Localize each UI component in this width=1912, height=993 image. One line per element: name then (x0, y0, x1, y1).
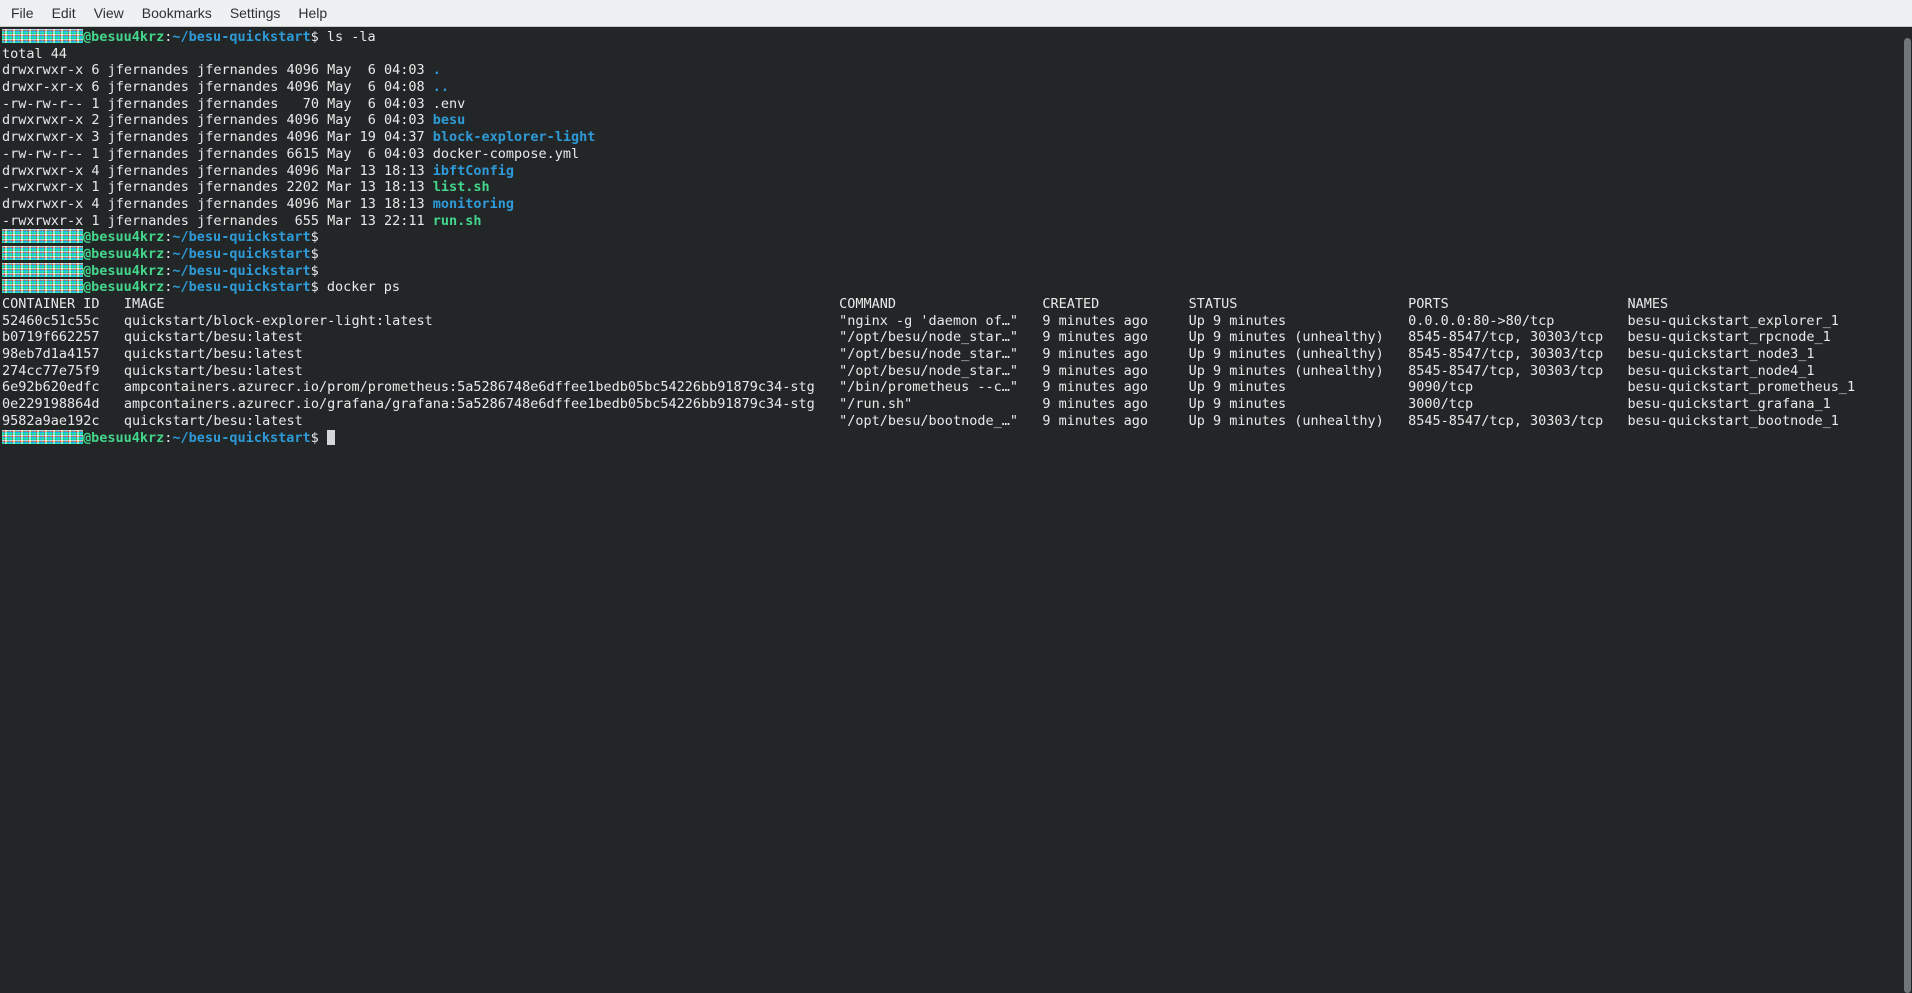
terminal-line-prompt: @besuu4krz:~/besu-quickstart$ (2, 263, 1912, 280)
docker-ps-row: 6e92b620edfc ampcontainers.azurecr.io/pr… (2, 379, 1912, 396)
docker-ps-row: 274cc77e75f9 quickstart/besu:latest "/op… (2, 363, 1912, 380)
prompt-host: @besuu4krz (83, 246, 164, 262)
prompt-path: ~/besu-quickstart (172, 29, 310, 45)
ls-entry-name: block-explorer-light (433, 129, 596, 145)
ls-entry-meta: drwxrwxr-x 6 jfernandes jfernandes 4096 … (2, 62, 433, 78)
menu-view[interactable]: View (85, 5, 133, 21)
redacted-username (2, 263, 83, 277)
prompt-path: ~/besu-quickstart (172, 229, 310, 245)
prompt-host: @besuu4krz (83, 279, 164, 295)
terminal-line-prompt: @besuu4krz:~/besu-quickstart$ ls -la (2, 29, 1912, 46)
ls-entry-name: list.sh (433, 179, 490, 195)
ls-entry-name: .. (433, 79, 449, 95)
ls-entry-name: docker-compose.yml (433, 146, 579, 162)
terminal-line-prompt: @besuu4krz:~/besu-quickstart$ (2, 229, 1912, 246)
ls-entry-name: ibftConfig (433, 163, 514, 179)
menu-settings[interactable]: Settings (221, 5, 290, 21)
ls-entry-line: drwxrwxr-x 4 jfernandes jfernandes 4096 … (2, 196, 1912, 213)
terminal-cursor (327, 430, 335, 445)
menu-bar: File Edit View Bookmarks Settings Help (0, 0, 1912, 27)
ls-entry-meta: drwxrwxr-x 3 jfernandes jfernandes 4096 … (2, 129, 433, 145)
redacted-username (2, 246, 83, 260)
docker-ps-row: 9582a9ae192c quickstart/besu:latest "/op… (2, 413, 1912, 430)
ls-entry-line: -rw-rw-r-- 1 jfernandes jfernandes 70 Ma… (2, 96, 1912, 113)
prompt-path: ~/besu-quickstart (172, 263, 310, 279)
ls-entry-line: drwxrwxr-x 6 jfernandes jfernandes 4096 … (2, 62, 1912, 79)
ls-entry-name: besu (433, 112, 466, 128)
docker-ps-row: b0719f662257 quickstart/besu:latest "/op… (2, 329, 1912, 346)
terminal-line-prompt: @besuu4krz:~/besu-quickstart$ (2, 430, 1912, 447)
scrollbar-handle[interactable] (1904, 38, 1911, 993)
prompt-symbol: $ ls -la (311, 29, 376, 45)
menu-file[interactable]: File (2, 5, 43, 21)
konsole-window: File Edit View Bookmarks Settings Help @… (0, 0, 1912, 993)
ls-entry-meta: drwxrwxr-x 4 jfernandes jfernandes 4096 … (2, 163, 433, 179)
ls-entry-meta: -rw-rw-r-- 1 jfernandes jfernandes 6615 … (2, 146, 433, 162)
prompt-path: ~/besu-quickstart (172, 246, 310, 262)
ls-entry-meta: -rwxrwxr-x 1 jfernandes jfernandes 655 M… (2, 213, 433, 229)
prompt-symbol: $ (311, 263, 319, 279)
prompt-host: @besuu4krz (83, 430, 164, 446)
ls-entry-meta: drwxr-xr-x 6 jfernandes jfernandes 4096 … (2, 79, 433, 95)
ls-entry-line: -rwxrwxr-x 1 jfernandes jfernandes 655 M… (2, 213, 1912, 230)
redacted-username (2, 229, 83, 243)
ls-entry-line: drwxr-xr-x 6 jfernandes jfernandes 4096 … (2, 79, 1912, 96)
ls-entry-meta: drwxrwxr-x 2 jfernandes jfernandes 4096 … (2, 112, 433, 128)
menu-help[interactable]: Help (289, 5, 336, 21)
menu-edit[interactable]: Edit (43, 5, 85, 21)
ls-entry-line: drwxrwxr-x 4 jfernandes jfernandes 4096 … (2, 163, 1912, 180)
docker-ps-row: 0e229198864d ampcontainers.azurecr.io/gr… (2, 396, 1912, 413)
ls-entry-meta: -rw-rw-r-- 1 jfernandes jfernandes 70 Ma… (2, 96, 433, 112)
docker-ps-row: 52460c51c55c quickstart/block-explorer-l… (2, 313, 1912, 330)
prompt-symbol: $ (311, 430, 327, 446)
ls-entry-name: run.sh (433, 213, 482, 229)
ls-entry-name: monitoring (433, 196, 514, 212)
prompt-symbol: $ (311, 246, 319, 262)
redacted-username (2, 279, 83, 293)
prompt-symbol: $ (311, 229, 319, 245)
ls-entry-meta: drwxrwxr-x 4 jfernandes jfernandes 4096 … (2, 196, 433, 212)
ls-entry-meta: -rwxrwxr-x 1 jfernandes jfernandes 2202 … (2, 179, 433, 195)
terminal-line-prompt: @besuu4krz:~/besu-quickstart$ docker ps (2, 279, 1912, 296)
prompt-host: @besuu4krz (83, 29, 164, 45)
redacted-username (2, 29, 83, 43)
docker-ps-header: CONTAINER ID IMAGE COMMAND CREATED STATU… (2, 296, 1912, 313)
ls-entry-line: -rwxrwxr-x 1 jfernandes jfernandes 2202 … (2, 179, 1912, 196)
redacted-username (2, 430, 83, 444)
prompt-host: @besuu4krz (83, 263, 164, 279)
prompt-symbol: $ docker ps (311, 279, 400, 295)
docker-ps-row: 98eb7d1a4157 quickstart/besu:latest "/op… (2, 346, 1912, 363)
terminal-line-text: total 44 (2, 46, 1912, 63)
prompt-path: ~/besu-quickstart (172, 279, 310, 295)
terminal[interactable]: @besuu4krz:~/besu-quickstart$ ls -latota… (0, 27, 1912, 993)
terminal-scrollbar (1902, 27, 1912, 993)
prompt-path: ~/besu-quickstart (172, 430, 310, 446)
ls-entry-name: . (433, 62, 441, 78)
terminal-output: @besuu4krz:~/besu-quickstart$ ls -latota… (2, 29, 1912, 446)
ls-entry-line: drwxrwxr-x 2 jfernandes jfernandes 4096 … (2, 112, 1912, 129)
menu-bookmarks[interactable]: Bookmarks (133, 5, 221, 21)
prompt-host: @besuu4krz (83, 229, 164, 245)
terminal-line-prompt: @besuu4krz:~/besu-quickstart$ (2, 246, 1912, 263)
ls-entry-line: -rw-rw-r-- 1 jfernandes jfernandes 6615 … (2, 146, 1912, 163)
ls-entry-line: drwxrwxr-x 3 jfernandes jfernandes 4096 … (2, 129, 1912, 146)
ls-entry-name: .env (433, 96, 466, 112)
